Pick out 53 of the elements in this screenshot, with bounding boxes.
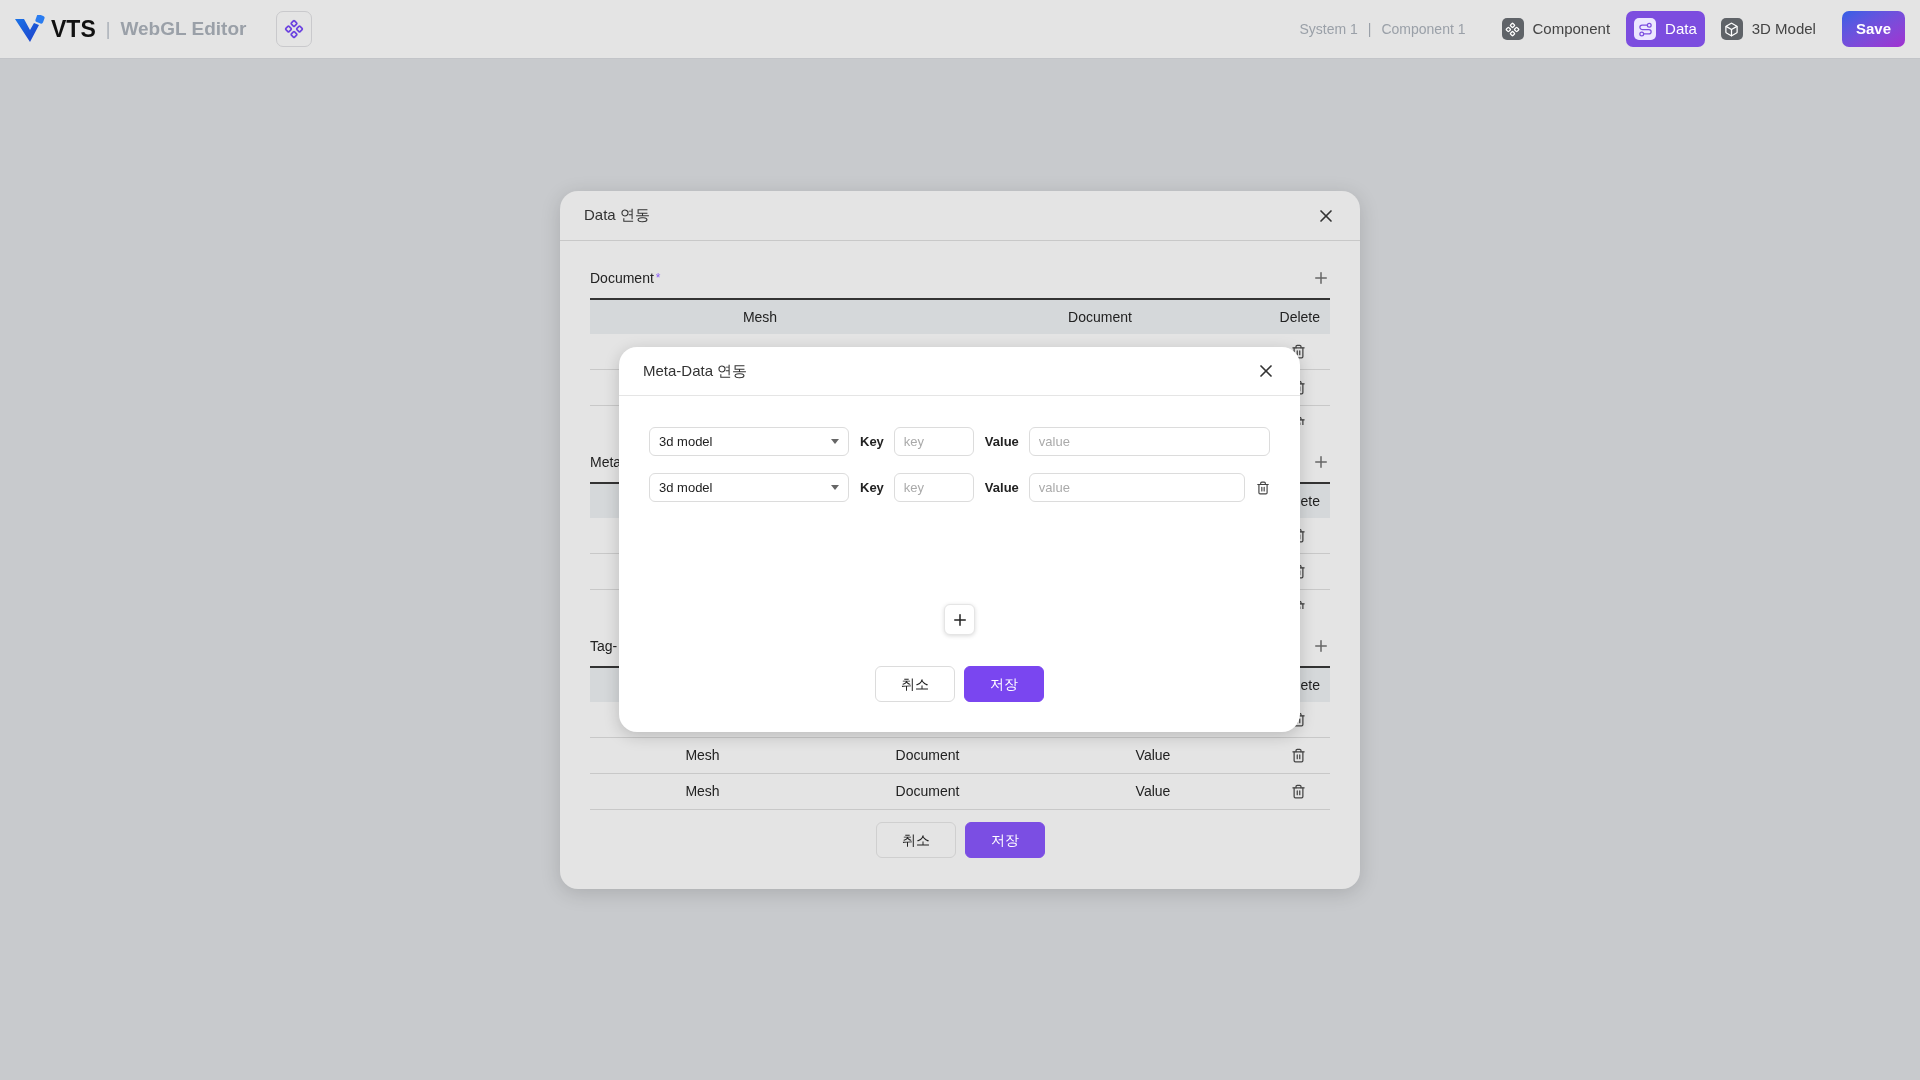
dialog-title: Data 연동 — [584, 205, 650, 226]
breadcrumb-separator: | — [1367, 19, 1372, 39]
value-field[interactable]: value — [1028, 427, 1270, 456]
divider-text: | — [105, 17, 111, 41]
required-mark: * — [655, 270, 661, 287]
section-title: Document — [590, 268, 654, 288]
app-title: WebGL Editor — [120, 16, 247, 41]
dialog-title: Meta-Data 연동 — [643, 360, 748, 381]
add-icon[interactable] — [1312, 637, 1330, 655]
add-icon[interactable] — [1312, 269, 1330, 287]
logo-icon — [15, 15, 45, 43]
route-icon — [1634, 18, 1657, 40]
table-cell-text: Document — [895, 746, 960, 765]
column-header: Document — [1068, 307, 1132, 327]
type-select[interactable]: 3d model — [649, 473, 849, 502]
save-button[interactable]: 저장 — [964, 822, 1045, 858]
key-field[interactable]: key — [893, 473, 974, 502]
tab[interactable]: 3D Model — [1712, 11, 1824, 47]
save-button[interactable]: 저장 — [964, 666, 1044, 702]
table-cell-text: Value — [1135, 746, 1171, 765]
trash-icon[interactable] — [1290, 784, 1306, 799]
trash-icon[interactable] — [1256, 480, 1270, 495]
brand-name: VTS — [51, 14, 96, 44]
diamonds-icon — [1501, 18, 1524, 40]
table-cell-text: Value — [1135, 782, 1171, 801]
value-label: Value — [984, 432, 1019, 451]
table-cell-text: Document — [895, 782, 960, 801]
tab[interactable]: Data — [1626, 11, 1705, 47]
value-field[interactable]: value — [1028, 473, 1245, 502]
cube-icon — [1720, 18, 1743, 40]
section-title: Tag- — [590, 636, 618, 656]
caret-icon — [831, 485, 839, 490]
table-cell-text: Mesh — [685, 746, 720, 765]
key-label: Key — [860, 478, 884, 497]
save-button[interactable]: Save — [1841, 11, 1905, 47]
key-label: Key — [860, 432, 884, 451]
type-select[interactable]: 3d model — [649, 427, 849, 456]
add-row-button[interactable] — [944, 604, 975, 635]
trash-icon[interactable] — [1290, 748, 1306, 763]
column-header: Mesh — [742, 307, 778, 327]
tab[interactable]: Component — [1493, 11, 1619, 47]
cancel-button[interactable]: 취소 — [875, 666, 955, 702]
diamonds-icon — [284, 19, 305, 39]
column-header: ete — [1300, 675, 1320, 695]
value-label: Value — [984, 478, 1019, 497]
key-field[interactable]: key — [893, 427, 974, 456]
column-header: Delete — [1279, 307, 1321, 327]
column-header: ete — [1300, 491, 1320, 511]
diamonds-button[interactable] — [276, 11, 313, 47]
table-cell-text: Mesh — [685, 782, 720, 801]
cancel-button[interactable]: 취소 — [875, 822, 956, 858]
caret-icon — [831, 439, 839, 444]
add-icon[interactable] — [1312, 453, 1330, 471]
